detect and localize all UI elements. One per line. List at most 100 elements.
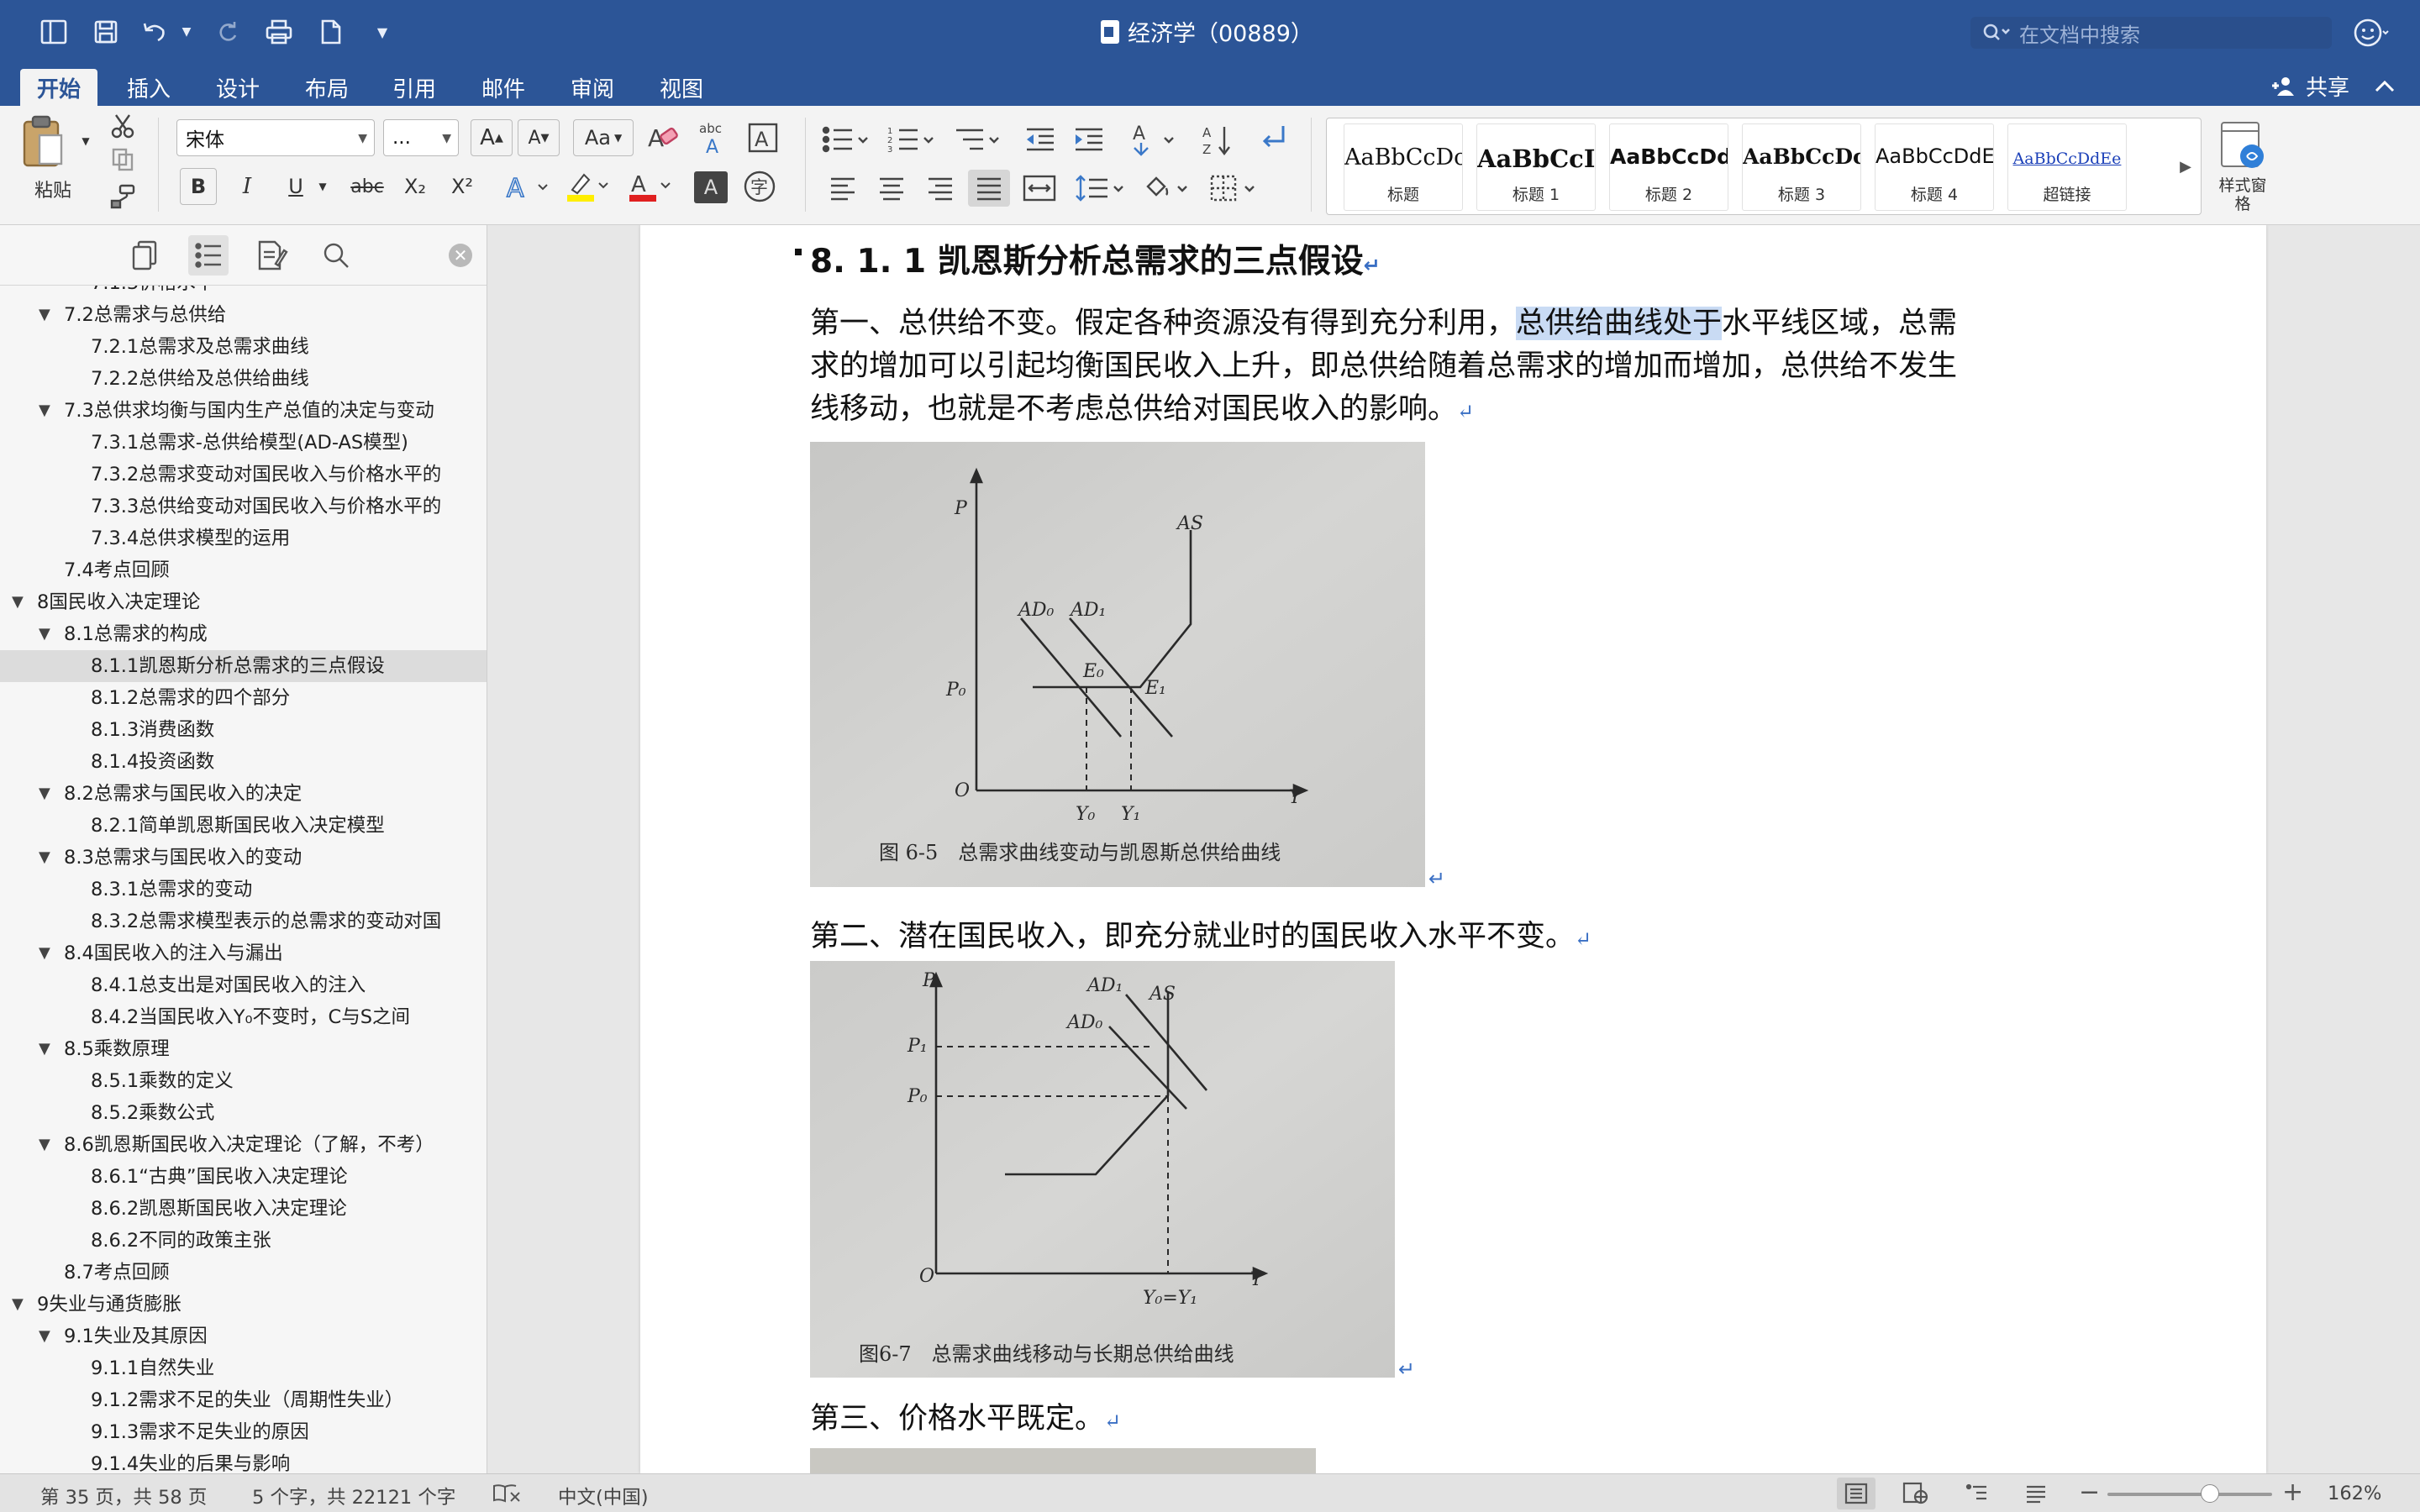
- user-account-icon[interactable]: [2353, 15, 2390, 50]
- toc-item[interactable]: 7.2.1总需求及总需求曲线: [0, 331, 487, 363]
- tab-view[interactable]: 视图: [645, 69, 718, 106]
- disclosure-triangle-icon[interactable]: ▼: [39, 395, 50, 427]
- character-border-icon[interactable]: A: [743, 119, 783, 156]
- toc-item[interactable]: 8.1.3消费函数: [0, 714, 487, 746]
- align-center-icon[interactable]: [872, 170, 911, 207]
- underline-button[interactable]: U: [277, 168, 314, 205]
- toc-item[interactable]: ▼ 7.3总供求均衡与国内生产总值的决定与变动: [0, 395, 487, 427]
- increase-indent-icon[interactable]: [1069, 121, 1109, 158]
- style-heading-3[interactable]: AaBbCcDc 标题 3: [1742, 123, 1861, 211]
- style-hyperlink[interactable]: AaBbCcDdEe 超链接: [2007, 123, 2127, 211]
- increase-font-size-button[interactable]: A ▲: [471, 119, 513, 156]
- review-pane-icon[interactable]: [252, 235, 292, 276]
- disclosure-triangle-icon[interactable]: ▼: [39, 937, 50, 969]
- toc-item[interactable]: 9.1.3需求不足失业的原因: [0, 1416, 487, 1448]
- toc-item[interactable]: ▼ 9.1失业及其原因: [0, 1320, 487, 1352]
- disclosure-triangle-icon[interactable]: ▼: [39, 1320, 50, 1352]
- toc-item[interactable]: ▼ 8.5乘数原理: [0, 1033, 487, 1065]
- justify-icon[interactable]: [968, 170, 1010, 207]
- disclosure-triangle-icon[interactable]: ▼: [39, 778, 50, 810]
- toc-item[interactable]: 8.5.1乘数的定义: [0, 1065, 487, 1097]
- disclosure-triangle-icon[interactable]: ▼: [39, 1033, 50, 1065]
- zoom-out-button[interactable]: −: [2079, 1478, 2100, 1507]
- toc-item[interactable]: ▼ 9失业与通货膨胀: [0, 1289, 487, 1320]
- style-heading-1[interactable]: AaBbCcI 标题 1: [1476, 123, 1596, 211]
- align-left-icon[interactable]: [823, 170, 862, 207]
- toc-item[interactable]: ▼ 8.3总需求与国民收入的变动: [0, 842, 487, 874]
- style-heading-4[interactable]: AaBbCcDdE 标题 4: [1875, 123, 1994, 211]
- tab-design[interactable]: 设计: [202, 69, 274, 106]
- superscript-button[interactable]: X²: [444, 168, 481, 205]
- redo-icon[interactable]: [212, 12, 245, 52]
- bold-button[interactable]: B: [180, 168, 217, 205]
- toc-item[interactable]: 8.4.2当国民收入Y₀不变时，C与S之间: [0, 1001, 487, 1033]
- page-count[interactable]: 第 35 页，共 58 页: [40, 1483, 207, 1509]
- style-title[interactable]: AaBbCcDc 标题: [1344, 123, 1463, 211]
- undo-dropdown-icon[interactable]: ▼: [178, 12, 195, 52]
- clear-formatting-icon[interactable]: A: [642, 119, 684, 156]
- word-count[interactable]: 5 个字，共 22121 个字: [252, 1483, 455, 1509]
- language[interactable]: 中文(中国): [558, 1483, 649, 1509]
- zoom-level[interactable]: 162%: [2328, 1483, 2381, 1504]
- new-document-icon[interactable]: [314, 12, 348, 52]
- tab-references[interactable]: 引用: [378, 69, 450, 106]
- draft-view-icon[interactable]: [2017, 1478, 2055, 1509]
- outline-view-icon[interactable]: [1958, 1478, 1996, 1509]
- paste-button[interactable]: [17, 113, 69, 173]
- print-layout-view-icon[interactable]: [1837, 1478, 1876, 1509]
- toc-item[interactable]: 7.3.4总供求模型的运用: [0, 522, 487, 554]
- subscript-button[interactable]: X₂: [397, 168, 434, 205]
- toc-item[interactable]: ▼ 8.4国民收入的注入与漏出: [0, 937, 487, 969]
- toc-item[interactable]: 7.3.1总需求-总供给模型(AD-AS模型): [0, 427, 487, 459]
- toc-item[interactable]: 8.3.2总需求模型表示的总需求的变动对国: [0, 906, 487, 937]
- numbering-button[interactable]: 123: [886, 121, 939, 158]
- zoom-slider[interactable]: [2107, 1493, 2272, 1496]
- line-spacing-button[interactable]: [1072, 170, 1131, 207]
- character-shading-button[interactable]: A: [694, 171, 728, 203]
- distributed-align-icon[interactable]: [1018, 170, 1060, 207]
- toc-item[interactable]: 8.3.1总需求的变动: [0, 874, 487, 906]
- font-color-button[interactable]: A: [625, 168, 677, 205]
- text-effects-button[interactable]: A: [502, 168, 555, 205]
- toc-item[interactable]: ▼ 8.2总需求与国民收入的决定: [0, 778, 487, 810]
- customize-toolbar-icon[interactable]: ▼: [370, 12, 395, 52]
- zoom-slider-thumb[interactable]: [2200, 1484, 2219, 1503]
- toc-item[interactable]: 7.3.3总供给变动对国民收入与价格水平的: [0, 491, 487, 522]
- disclosure-triangle-icon[interactable]: ▼: [39, 842, 50, 874]
- decrease-indent-icon[interactable]: [1020, 121, 1060, 158]
- web-layout-view-icon[interactable]: [1896, 1478, 1934, 1509]
- search-input[interactable]: 在文档中搜索: [1970, 17, 2332, 49]
- document-map-icon[interactable]: [188, 235, 229, 276]
- toc-item[interactable]: 8.6.1“古典”国民收入决定理论: [0, 1161, 487, 1193]
- toc-item[interactable]: 8.6.2凯恩斯国民收入决定理论: [0, 1193, 487, 1225]
- figure-6-7[interactable]: P AD₁ AS AD₀ P₁ P₀ O Y₀=Y₁ Y 图6-7 总需求曲线移…: [810, 961, 1395, 1378]
- toc-item[interactable]: 9.1.1自然失业: [0, 1352, 487, 1384]
- tab-layout[interactable]: 布局: [291, 69, 363, 106]
- align-right-icon[interactable]: [921, 170, 960, 207]
- cut-icon[interactable]: [106, 111, 139, 141]
- phonetic-guide-icon[interactable]: abc A: [692, 118, 734, 158]
- toc-item[interactable]: 7.2.2总供给及总供给曲线: [0, 363, 487, 395]
- disclosure-triangle-icon[interactable]: ▼: [12, 586, 24, 618]
- disclosure-triangle-icon[interactable]: ▼: [39, 299, 50, 331]
- save-icon[interactable]: [89, 12, 123, 52]
- styles-pane-button[interactable]: 样式窗格: [2218, 119, 2267, 218]
- copy-icon[interactable]: [106, 144, 139, 175]
- toc-item[interactable]: ▼ 8.1总需求的构成: [0, 618, 487, 650]
- figure-6-5[interactable]: P AS AD₀ AD₁ E₀ E₁ P₀ O Y₀ Y₁ Y 图 6-5 总需…: [810, 442, 1425, 887]
- proofing-icon[interactable]: [492, 1483, 521, 1508]
- tab-insert[interactable]: 插入: [113, 69, 185, 106]
- disclosure-triangle-icon[interactable]: ▼: [39, 1129, 50, 1161]
- toc-item[interactable]: 8.5.2乘数公式: [0, 1097, 487, 1129]
- disclosure-triangle-icon[interactable]: ▼: [39, 618, 50, 650]
- highlight-color-button[interactable]: [563, 168, 615, 205]
- toc-item[interactable]: 8.4.1总支出是对国民收入的注入: [0, 969, 487, 1001]
- undo-icon[interactable]: [138, 12, 171, 52]
- toc-item[interactable]: 8.1.4投资函数: [0, 746, 487, 778]
- toc-item[interactable]: 8.2.1简单凯恩斯国民收入决定模型: [0, 810, 487, 842]
- toc-item[interactable]: 8.6.2不同的政策主张: [0, 1225, 487, 1257]
- toc-item[interactable]: 8.1.2总需求的四个部分: [0, 682, 487, 714]
- find-icon[interactable]: [316, 235, 356, 276]
- toc-item[interactable]: ▼ 7.2总需求与总供给: [0, 299, 487, 331]
- tab-mailings[interactable]: 邮件: [467, 69, 539, 106]
